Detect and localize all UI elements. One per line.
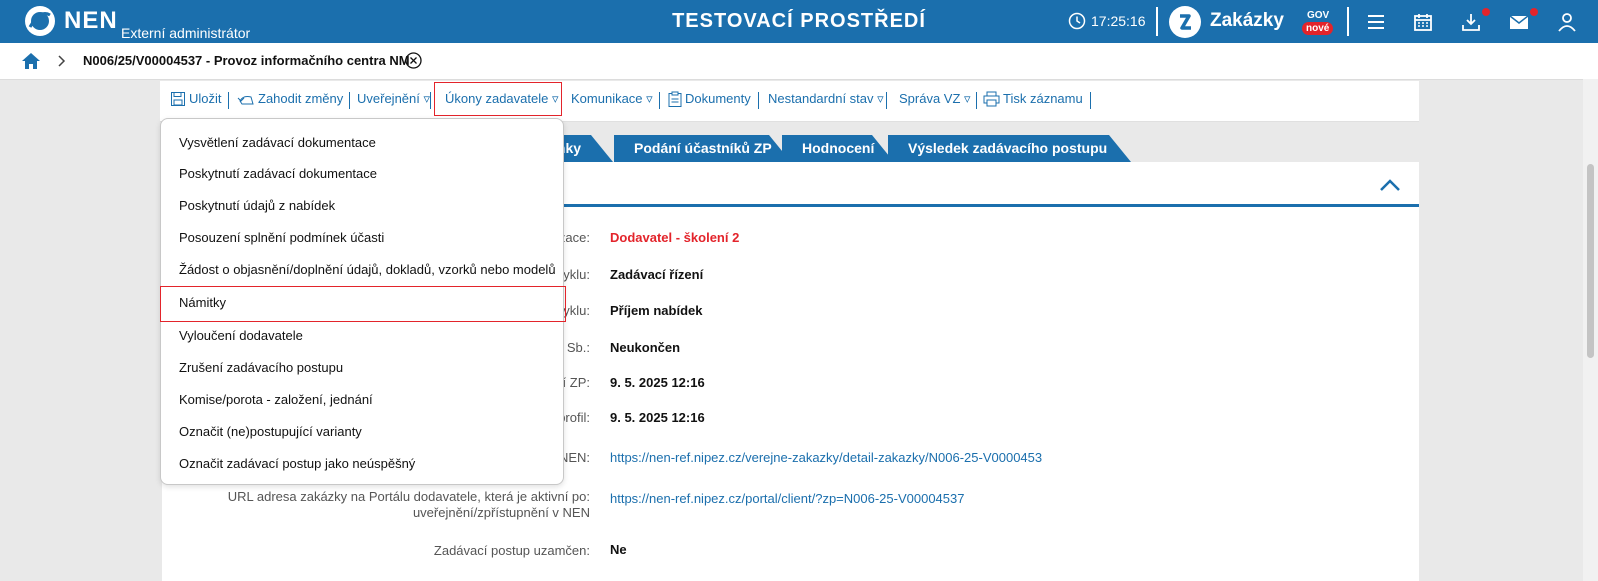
field-label: Zadávací postup uzamčen: bbox=[433, 543, 590, 558]
header-divider bbox=[1156, 7, 1158, 36]
field-value: Příjem nabídek bbox=[610, 303, 703, 318]
download-icon[interactable] bbox=[1460, 11, 1482, 33]
toolbar-separator bbox=[886, 92, 887, 109]
menu-item[interactable]: Označit (ne)postupující varianty bbox=[179, 424, 362, 439]
toolbar-separator bbox=[1090, 92, 1091, 109]
print-record-button[interactable]: Tisk záznamu bbox=[983, 91, 1083, 107]
menu-item[interactable]: Vyloučení dodavatele bbox=[179, 328, 303, 343]
session-clock: 17:25:16 bbox=[1091, 13, 1146, 29]
field-value: Dodavatel - školení 2 bbox=[610, 230, 740, 245]
menu-item[interactable]: Posouzení splnění podmínek účasti bbox=[179, 230, 384, 245]
discard-changes-button[interactable]: Zahodit změny bbox=[237, 91, 343, 107]
portal-url-link[interactable]: https://nen-ref.nipez.cz/portal/client/?… bbox=[610, 491, 964, 506]
discard-label: Zahodit změny bbox=[258, 91, 344, 106]
tab-evaluation[interactable]: Hodnocení bbox=[782, 135, 894, 162]
save-button[interactable]: Uložit bbox=[170, 91, 222, 107]
undo-icon bbox=[237, 96, 254, 105]
actions-menu-highlight bbox=[434, 82, 562, 116]
documents-button[interactable]: Dokumenty bbox=[668, 91, 751, 107]
menu-item[interactable]: Poskytnutí údajů z nabídek bbox=[179, 198, 335, 213]
field-value: Neukončen bbox=[610, 340, 681, 355]
home-icon[interactable] bbox=[21, 52, 41, 70]
zakazky-logo-icon[interactable] bbox=[1169, 6, 1201, 38]
field-value: 9. 5. 2025 12:16 bbox=[610, 410, 705, 425]
top-bar: NEN Externí administrátor TESTOVACÍ PROS… bbox=[0, 0, 1598, 43]
toolbar-separator bbox=[430, 92, 431, 109]
menu-item[interactable]: Poskytnutí zadávací dokumentace bbox=[179, 166, 377, 181]
zakazky-link[interactable]: Zakázky bbox=[1210, 10, 1284, 32]
printer-icon bbox=[983, 91, 1000, 107]
tab-procurement-result[interactable]: Výsledek zadávacího postupu bbox=[888, 135, 1131, 162]
chevron-up-icon[interactable] bbox=[1378, 177, 1402, 193]
header-divider bbox=[1347, 7, 1349, 36]
nen-url-link[interactable]: https://nen-ref.nipez.cz/verejne-zakazky… bbox=[610, 450, 1042, 465]
save-label: Uložit bbox=[189, 91, 222, 106]
menu-item[interactable]: Vysvětlení zadávací dokumentace bbox=[179, 135, 376, 150]
publish-label: Uveřejnění bbox=[357, 91, 420, 106]
clock-icon bbox=[1068, 12, 1086, 30]
field-value: 9. 5. 2025 12:16 bbox=[610, 375, 705, 390]
breadcrumb-current: N006/25/V00004537 - Provoz informačního … bbox=[83, 53, 410, 68]
zakazky-gov-label: GOV bbox=[1307, 10, 1330, 21]
contract-management-menu[interactable]: Správa VZ ▿ bbox=[899, 91, 971, 107]
nonstandard-label: Nestandardní stav bbox=[768, 91, 874, 106]
breadcrumb: N006/25/V00004537 - Provoz informačního … bbox=[0, 43, 1598, 80]
tab-label: Výsledek zadávacího postupu bbox=[908, 140, 1108, 156]
toolbar-separator bbox=[659, 92, 660, 109]
nen-logo-icon[interactable] bbox=[24, 5, 56, 37]
tab-submissions[interactable]: Podání účastníků ZP bbox=[614, 135, 791, 162]
user-role: Externí administrátor bbox=[121, 25, 251, 41]
scrollbar-thumb[interactable] bbox=[1587, 164, 1594, 358]
toolbar-separator bbox=[976, 92, 977, 109]
user-icon[interactable] bbox=[1556, 11, 1578, 33]
tab-label: Podání účastníků ZP bbox=[634, 140, 772, 156]
chevron-right-icon bbox=[58, 55, 66, 67]
communication-label: Komunikace bbox=[571, 91, 643, 106]
management-label: Správa VZ bbox=[899, 91, 961, 106]
documents-label: Dokumenty bbox=[685, 91, 751, 106]
close-icon[interactable] bbox=[405, 52, 422, 69]
tab-label: Hodnocení bbox=[802, 140, 875, 156]
toolbar-separator bbox=[228, 92, 229, 109]
download-notification-dot bbox=[1482, 8, 1490, 16]
new-badge: nové bbox=[1302, 22, 1334, 35]
communication-menu[interactable]: Komunikace ▿ bbox=[571, 91, 653, 107]
field-label: URL adresa zakázky na Portálu dodavatele… bbox=[227, 489, 590, 520]
actions-dropdown-menu: Vysvětlení zadávací dokumentace Poskytnu… bbox=[160, 118, 566, 485]
menu-icon[interactable] bbox=[1365, 11, 1387, 33]
field-value: Zadávací řízení bbox=[610, 267, 704, 282]
print-label: Tisk záznamu bbox=[1003, 91, 1083, 106]
toolbar-separator bbox=[349, 92, 350, 109]
clipboard-icon bbox=[668, 91, 682, 107]
field-value: Ne bbox=[610, 542, 627, 557]
mail-notification-dot bbox=[1530, 8, 1538, 16]
publish-menu[interactable]: Uveřejnění ▿ bbox=[357, 91, 430, 107]
menu-item[interactable]: Žádost o objasnění/doplnění údajů, dokla… bbox=[179, 262, 556, 277]
menu-item[interactable]: Komise/porota - založení, jednání bbox=[179, 392, 373, 407]
menu-item-objections[interactable]: Námitky bbox=[179, 295, 226, 310]
nonstandard-state-menu[interactable]: Nestandardní stav ▿ bbox=[768, 91, 884, 107]
menu-item[interactable]: Označit zadávací postup jako neúspěšný bbox=[179, 456, 415, 471]
menu-item[interactable]: Zrušení zadávacího postupu bbox=[179, 360, 343, 375]
floppy-icon bbox=[171, 92, 185, 106]
mail-icon[interactable] bbox=[1508, 11, 1530, 33]
calendar-icon[interactable] bbox=[1412, 11, 1434, 33]
logo-text: NEN bbox=[64, 7, 118, 34]
toolbar: Uložit Zahodit změny Uveřejnění ▿ Úkony … bbox=[160, 81, 1419, 122]
toolbar-separator bbox=[758, 92, 759, 109]
